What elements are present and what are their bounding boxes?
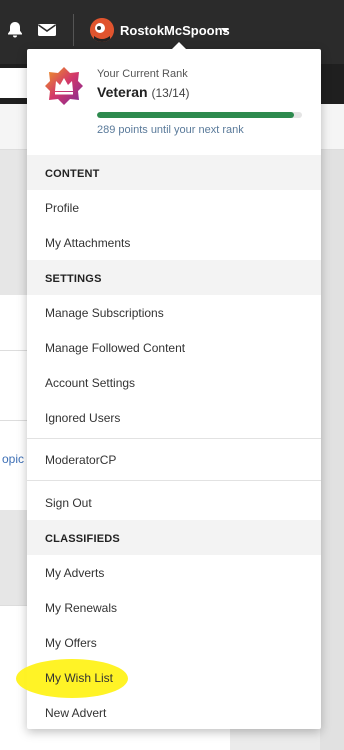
menu-item-ignored-users[interactable]: Ignored Users xyxy=(27,400,321,435)
menu-item-my-offers[interactable]: My Offers xyxy=(27,625,321,660)
menu-item-my-adverts[interactable]: My Adverts xyxy=(27,555,321,590)
menu-item-new-advert[interactable]: New Advert xyxy=(27,695,321,730)
rank-progress: (13/14) xyxy=(151,86,190,100)
section-settings: SETTINGS xyxy=(27,260,321,295)
background-divider xyxy=(0,350,30,351)
topbar-divider xyxy=(73,14,74,46)
menu-item-subscriptions[interactable]: Manage Subscriptions xyxy=(27,295,321,330)
rank-name: Veteran (13/14) xyxy=(97,84,190,100)
background-panel-header xyxy=(0,150,30,295)
menu-item-moderatorcp[interactable]: ModeratorCP xyxy=(27,442,321,477)
rank-crown-icon xyxy=(45,67,83,105)
section-classifieds: CLASSIFIEDS xyxy=(27,520,321,555)
background-right-card xyxy=(320,150,344,750)
rank-label: Your Current Rank xyxy=(97,68,188,80)
background-divider xyxy=(0,605,30,606)
mail-icon[interactable] xyxy=(37,20,57,40)
menu-divider xyxy=(27,480,321,481)
menu-item-my-renewals[interactable]: My Renewals xyxy=(27,590,321,625)
menu-item-attachments[interactable]: My Attachments xyxy=(27,225,321,260)
rank-until-text: 289 points until your next rank xyxy=(97,124,244,136)
chevron-down-icon[interactable] xyxy=(221,28,229,33)
background-divider xyxy=(0,420,30,421)
menu-divider xyxy=(27,438,321,439)
username[interactable]: RostokMcSpoons xyxy=(120,23,230,38)
background-block xyxy=(0,510,30,605)
section-content: CONTENT xyxy=(27,155,321,190)
menu-item-account-settings[interactable]: Account Settings xyxy=(27,365,321,400)
menu-item-sign-out[interactable]: Sign Out xyxy=(27,485,321,520)
menu-item-my-wish-list[interactable]: My Wish List xyxy=(27,660,321,695)
rank-progress-bar xyxy=(97,112,302,118)
background-search-box xyxy=(0,68,30,98)
background-topic-link: opic xyxy=(2,452,25,466)
menu-item-followed-content[interactable]: Manage Followed Content xyxy=(27,330,321,365)
rank-panel: Your Current Rank Veteran (13/14) 289 po… xyxy=(27,49,321,157)
rank-progress-fill xyxy=(97,112,294,118)
bell-icon[interactable] xyxy=(5,20,25,40)
rank-title: Veteran xyxy=(97,84,148,100)
user-menu-dropdown: Your Current Rank Veteran (13/14) 289 po… xyxy=(27,42,321,729)
avatar[interactable] xyxy=(90,18,114,42)
menu-item-profile[interactable]: Profile xyxy=(27,190,321,225)
